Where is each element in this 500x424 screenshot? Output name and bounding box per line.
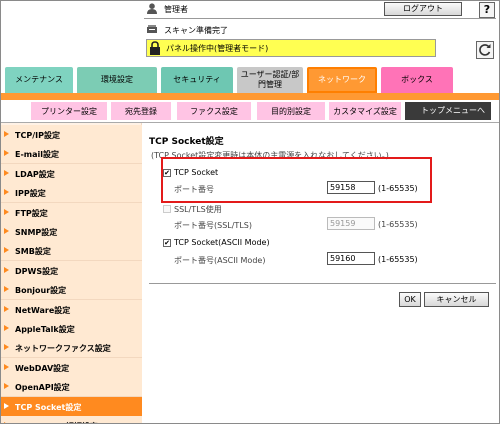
- panel-status-text: パネル操作中(管理者モード): [166, 44, 269, 53]
- sidebar-item-label: LDAP設定: [15, 169, 55, 179]
- arrow-right-icon: [4, 131, 9, 137]
- tab-box[interactable]: ボックス: [381, 67, 453, 93]
- tab-security[interactable]: セキュリティ: [161, 67, 233, 93]
- user-name: 管理者: [164, 5, 188, 14]
- page-title: TCP Socket設定: [149, 137, 224, 147]
- ssl-checkbox[interactable]: [163, 205, 171, 213]
- sidebar-item-label: SMB設定: [15, 247, 51, 257]
- scan-status: スキャン準備完了: [164, 26, 228, 35]
- panel-status-bar: パネル操作中(管理者モード): [146, 39, 436, 57]
- sidebar-item[interactable]: FTP設定: [1, 202, 142, 223]
- sidebar-item[interactable]: AppleTalk設定: [1, 319, 142, 339]
- sidebar-item-label: TCP Socket設定: [15, 402, 82, 412]
- subtab-printer[interactable]: プリンター設定: [31, 102, 107, 120]
- tcp-port-label: ポート番号: [174, 185, 214, 194]
- scanner-icon: [147, 25, 157, 33]
- sidebar-item-label: OpenAPI設定: [15, 383, 70, 393]
- sidebar-item[interactable]: ネットワークファクス設定: [1, 338, 142, 359]
- arrow-right-icon: [4, 402, 9, 409]
- tab-maintenance[interactable]: メンテナンス: [5, 67, 73, 93]
- subtab-purpose[interactable]: 目的別設定: [257, 102, 325, 120]
- arrow-right-icon: [4, 169, 9, 176]
- sidebar-item-label: DPWS設定: [15, 266, 59, 276]
- logout-button[interactable]: ログアウト: [384, 2, 462, 16]
- ascii-port-label: ポート番号(ASCII Mode): [174, 256, 266, 265]
- arrow-right-icon: [4, 305, 9, 312]
- tcp-port-input[interactable]: 59158: [327, 181, 375, 194]
- sidebar-item[interactable]: WebDAV設定: [1, 357, 142, 378]
- arrow-right-icon: [4, 228, 9, 234]
- subtab-customize[interactable]: カスタマイズ設定: [329, 102, 401, 120]
- tcp-port-range: (1-65535): [378, 184, 418, 193]
- sidebar-item[interactable]: LDAP設定: [1, 163, 142, 184]
- ssl-port-label: ポート番号(SSL/TLS): [174, 221, 252, 230]
- ssl-port-range: (1-65535): [378, 220, 418, 229]
- sidebar-item-label: NetWare設定: [15, 305, 71, 315]
- ssl-label: SSL/TLS使用: [174, 205, 222, 214]
- arrow-right-icon: [4, 247, 9, 254]
- arrow-right-icon: [4, 150, 9, 157]
- ascii-label: TCP Socket(ASCII Mode): [174, 238, 270, 247]
- subtab-destination[interactable]: 宛先登録: [111, 102, 171, 120]
- sidebar-item[interactable]: TCP Socket設定: [1, 396, 142, 417]
- sidebar-item-label: IPP設定: [15, 189, 46, 199]
- sidebar-item-label: WebDAV設定: [15, 363, 70, 373]
- arrow-right-icon: [4, 286, 9, 293]
- arrow-right-icon: [4, 363, 9, 370]
- sidebar-item-label: SNMP設定: [15, 228, 58, 237]
- help-icon[interactable]: ?: [479, 2, 495, 18]
- highlight-box: [161, 157, 432, 203]
- arrow-right-icon: [4, 344, 9, 351]
- panel-lock-icon: [150, 41, 160, 55]
- arrow-right-icon: [4, 383, 9, 390]
- subtab-fax[interactable]: ファクス設定: [177, 102, 251, 120]
- ascii-checkbox[interactable]: ✔: [163, 239, 171, 247]
- sidebar-item-label: AppleTalk設定: [15, 325, 75, 334]
- sidebar-item-label: TCP/IP設定: [15, 131, 60, 140]
- tab-network[interactable]: ネットワーク: [307, 67, 377, 93]
- content-divider: [149, 283, 496, 284]
- sidebar-item[interactable]: SNMP設定: [1, 222, 142, 242]
- sidebar-item-label: FTP設定: [15, 208, 48, 218]
- sidebar-item-label: E-mail設定: [15, 150, 60, 160]
- ok-button[interactable]: OK: [399, 292, 421, 307]
- cancel-button[interactable]: キャンセル: [424, 292, 489, 307]
- sidebar-item[interactable]: SMB設定: [1, 241, 142, 262]
- sidebar-item-label: ネットワークファクス設定: [15, 344, 111, 354]
- refresh-icon[interactable]: [476, 41, 494, 59]
- arrow-right-icon: [4, 208, 9, 215]
- arrow-right-icon: [4, 325, 9, 331]
- subtab-top-menu[interactable]: トップメニューへ: [405, 102, 491, 120]
- sidebar: TCP/IP設定 E-mail設定 LDAP設定 IPP設定 FTP設定 SNMP設定 SM…: [1, 123, 142, 423]
- tab-bar-line: [1, 93, 499, 100]
- sidebar-item[interactable]: E-mail設定: [1, 144, 142, 165]
- sidebar-item[interactable]: DPWS設定: [1, 260, 142, 281]
- header-divider: [144, 18, 496, 19]
- top-menu-label: トップメニューへ: [421, 105, 485, 115]
- ascii-port-range: (1-65535): [378, 255, 418, 264]
- user-icon: [147, 3, 157, 14]
- arrow-right-icon: [4, 189, 9, 196]
- tcp-socket-checkbox[interactable]: ✔: [163, 169, 171, 177]
- arrow-right-icon: [4, 266, 9, 273]
- sidebar-item[interactable]: IEEE802.1X認証設定: [1, 416, 142, 423]
- ssl-port-input[interactable]: 59159: [327, 217, 375, 230]
- sidebar-item[interactable]: Bonjour設定: [1, 280, 142, 301]
- main-window: 管理者 ログアウト ? スキャン準備完了 パネル操作中(管理者モード) メンテナ…: [0, 0, 500, 424]
- sidebar-item-label: Bonjour設定: [15, 286, 67, 296]
- tab-user-auth[interactable]: ユーザー認証/部門管理: [237, 67, 303, 93]
- tab-environment[interactable]: 環境設定: [77, 67, 157, 93]
- tcp-socket-label: TCP Socket: [174, 168, 219, 177]
- sidebar-item[interactable]: TCP/IP設定: [1, 125, 142, 145]
- sidebar-item[interactable]: IPP設定: [1, 183, 142, 204]
- ascii-port-input[interactable]: 59160: [327, 252, 375, 265]
- sidebar-item[interactable]: OpenAPI設定: [1, 377, 142, 398]
- sidebar-item[interactable]: NetWare設定: [1, 299, 142, 320]
